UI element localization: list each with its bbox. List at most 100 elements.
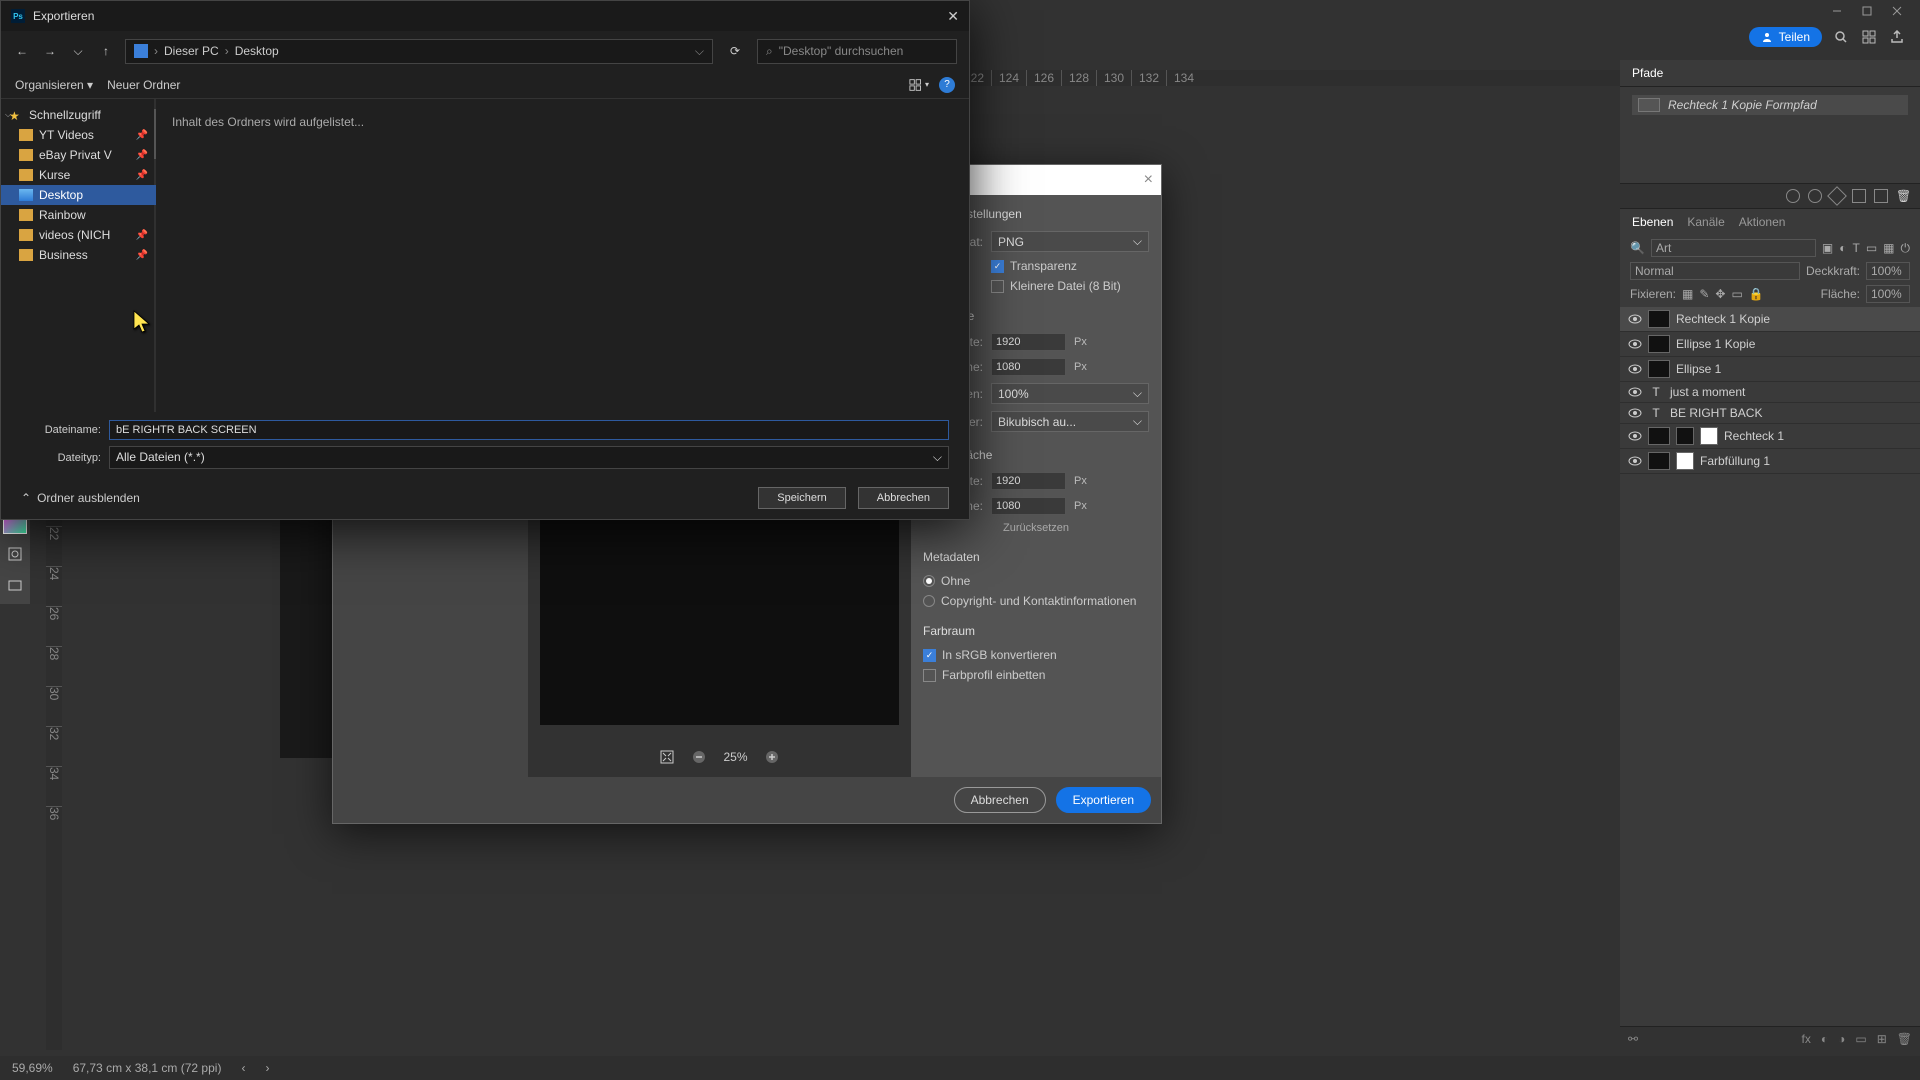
export-close-icon[interactable]: × [1144, 171, 1153, 189]
canvas-width-input[interactable] [991, 472, 1066, 490]
export-cancel-button[interactable]: Abbrechen [954, 787, 1046, 813]
layer-row[interactable]: Rechteck 1 Kopie [1620, 307, 1920, 332]
tree-item[interactable]: Kurse📌 [1, 165, 156, 185]
filter-kind[interactable]: Art [1651, 239, 1816, 257]
tree-item[interactable]: Business📌 [1, 245, 156, 265]
zoom-in-icon[interactable] [764, 749, 780, 765]
tab-pfade[interactable]: Pfade [1632, 66, 1663, 80]
reset-button[interactable]: Zurücksetzen [923, 522, 1149, 534]
nav-forward-icon[interactable]: → [41, 44, 59, 58]
layer-row[interactable]: Ellipse 1 Kopie [1620, 332, 1920, 357]
breadcrumb-pc[interactable]: Dieser PC [164, 44, 219, 58]
canvas-height-input[interactable] [991, 497, 1066, 515]
selection-path-icon[interactable] [1827, 186, 1847, 206]
new-path-icon[interactable] [1874, 189, 1888, 203]
share-button[interactable]: Teilen [1749, 27, 1822, 47]
tree-item[interactable]: YT Videos📌 [1, 125, 156, 145]
visibility-icon[interactable] [1628, 385, 1642, 399]
filter-adjust-icon[interactable]: ◐ [1839, 241, 1846, 255]
path-item[interactable]: Rechteck 1 Kopie Formpfad [1632, 95, 1908, 115]
filter-shape-icon[interactable]: ▭ [1866, 241, 1877, 255]
visibility-icon[interactable] [1628, 337, 1642, 351]
breadcrumb-desktop[interactable]: Desktop [235, 44, 279, 58]
mask-path-icon[interactable] [1852, 189, 1866, 203]
status-chevron-right[interactable]: › [265, 1061, 269, 1075]
save-close-icon[interactable]: ✕ [947, 8, 959, 25]
resample-select[interactable]: Bikubisch au...⌵ [991, 411, 1149, 432]
layer-row[interactable]: Rechteck 1 [1620, 424, 1920, 449]
tab-ebenen[interactable]: Ebenen [1632, 215, 1673, 229]
tree-item[interactable]: ⌵★Schnellzugriff [1, 105, 156, 125]
filter-image-icon[interactable]: ▣ [1822, 241, 1833, 255]
hide-folders-toggle[interactable]: ⌃Ordner ausblenden [21, 491, 140, 505]
opacity-value[interactable]: 100% [1866, 262, 1910, 280]
delete-path-icon[interactable]: 🗑 [1896, 189, 1910, 203]
filename-input[interactable] [109, 420, 949, 440]
lock-pixels-icon[interactable]: ▦ [1682, 287, 1693, 301]
lock-move-icon[interactable]: ✥ [1715, 287, 1725, 301]
layer-row[interactable]: TBE RIGHT BACK [1620, 403, 1920, 424]
close-button[interactable] [1882, 1, 1912, 21]
visibility-icon[interactable] [1628, 429, 1642, 443]
arrange-icon[interactable] [1860, 28, 1878, 46]
refresh-icon[interactable]: ⟳ [723, 44, 747, 58]
width-input[interactable] [991, 333, 1066, 351]
mask-icon[interactable]: ◐ [1821, 1032, 1828, 1046]
visibility-icon[interactable] [1628, 454, 1642, 468]
stroke-path-icon[interactable] [1808, 189, 1822, 203]
tab-aktionen[interactable]: Aktionen [1739, 215, 1786, 229]
tree-item[interactable]: videos (NICH📌 [1, 225, 156, 245]
fill-value[interactable]: 100% [1866, 285, 1910, 303]
tab-kanaele[interactable]: Kanäle [1687, 215, 1724, 229]
metadata-copyright-radio[interactable] [923, 595, 935, 607]
fill-path-icon[interactable] [1786, 189, 1800, 203]
tree-item[interactable]: eBay Privat V📌 [1, 145, 156, 165]
srgb-checkbox[interactable]: ✓ [923, 649, 936, 662]
zoom-status[interactable]: 59,69% [12, 1061, 53, 1075]
visibility-icon[interactable] [1628, 406, 1642, 420]
lock-brush-icon[interactable]: ✎ [1699, 287, 1709, 301]
screenmode-tool[interactable] [3, 574, 27, 598]
filter-smart-icon[interactable]: ▦ [1883, 241, 1894, 255]
quickmask-tool[interactable] [3, 542, 27, 566]
filetype-select[interactable]: Alle Dateien (*.*)⌵ [109, 446, 949, 469]
layer-row[interactable]: Farbfüllung 1 [1620, 449, 1920, 474]
maximize-button[interactable] [1852, 1, 1882, 21]
metadata-none-radio[interactable] [923, 575, 935, 587]
link-layers-icon[interactable]: ⚯ [1628, 1032, 1638, 1046]
transparency-checkbox[interactable]: ✓ [991, 260, 1004, 273]
lock-all-icon[interactable]: 🔒 [1749, 287, 1764, 301]
file-list-area[interactable]: Inhalt des Ordners wird aufgelistet... [156, 99, 969, 412]
visibility-icon[interactable] [1628, 312, 1642, 326]
height-input[interactable] [991, 358, 1066, 376]
new-layer-icon[interactable]: ⊞ [1877, 1032, 1887, 1046]
layer-row[interactable]: Ellipse 1 [1620, 357, 1920, 382]
address-bar[interactable]: › Dieser PC › Desktop ⌵ [125, 39, 713, 64]
lock-artboard-icon[interactable]: ▭ [1731, 287, 1742, 301]
search-icon[interactable]: 🔍 [1630, 241, 1645, 255]
minimize-button[interactable] [1822, 1, 1852, 21]
export-share-icon[interactable] [1888, 28, 1906, 46]
filter-text-icon[interactable]: T [1852, 241, 1859, 255]
smaller-file-checkbox[interactable] [991, 280, 1004, 293]
zoom-out-icon[interactable] [691, 749, 707, 765]
nav-back-icon[interactable]: ← [13, 44, 31, 58]
tree-item[interactable]: Desktop [1, 185, 156, 205]
address-dropdown-icon[interactable]: ⌵ [695, 44, 704, 59]
save-button[interactable]: Speichern [758, 487, 846, 509]
format-select[interactable]: PNG⌵ [991, 231, 1149, 252]
fx-icon[interactable]: fx [1802, 1032, 1811, 1046]
adjustment-icon[interactable]: ◑ [1838, 1032, 1845, 1046]
filter-toggle[interactable]: ⏻ [1901, 241, 1911, 256]
cancel-button[interactable]: Abbrechen [858, 487, 949, 509]
group-icon[interactable]: ▭ [1855, 1032, 1866, 1046]
tree-item[interactable]: Rainbow [1, 205, 156, 225]
help-icon[interactable]: ? [939, 77, 955, 93]
nav-recent-icon[interactable]: ⌵ [69, 44, 87, 59]
view-mode-icon[interactable]: ▾ [909, 77, 929, 93]
layer-row[interactable]: Tjust a moment [1620, 382, 1920, 403]
scale-select[interactable]: 100%⌵ [991, 383, 1149, 404]
status-chevron-left[interactable]: ‹ [241, 1061, 245, 1075]
export-confirm-button[interactable]: Exportieren [1056, 787, 1151, 813]
new-folder-button[interactable]: Neuer Ordner [107, 78, 180, 92]
